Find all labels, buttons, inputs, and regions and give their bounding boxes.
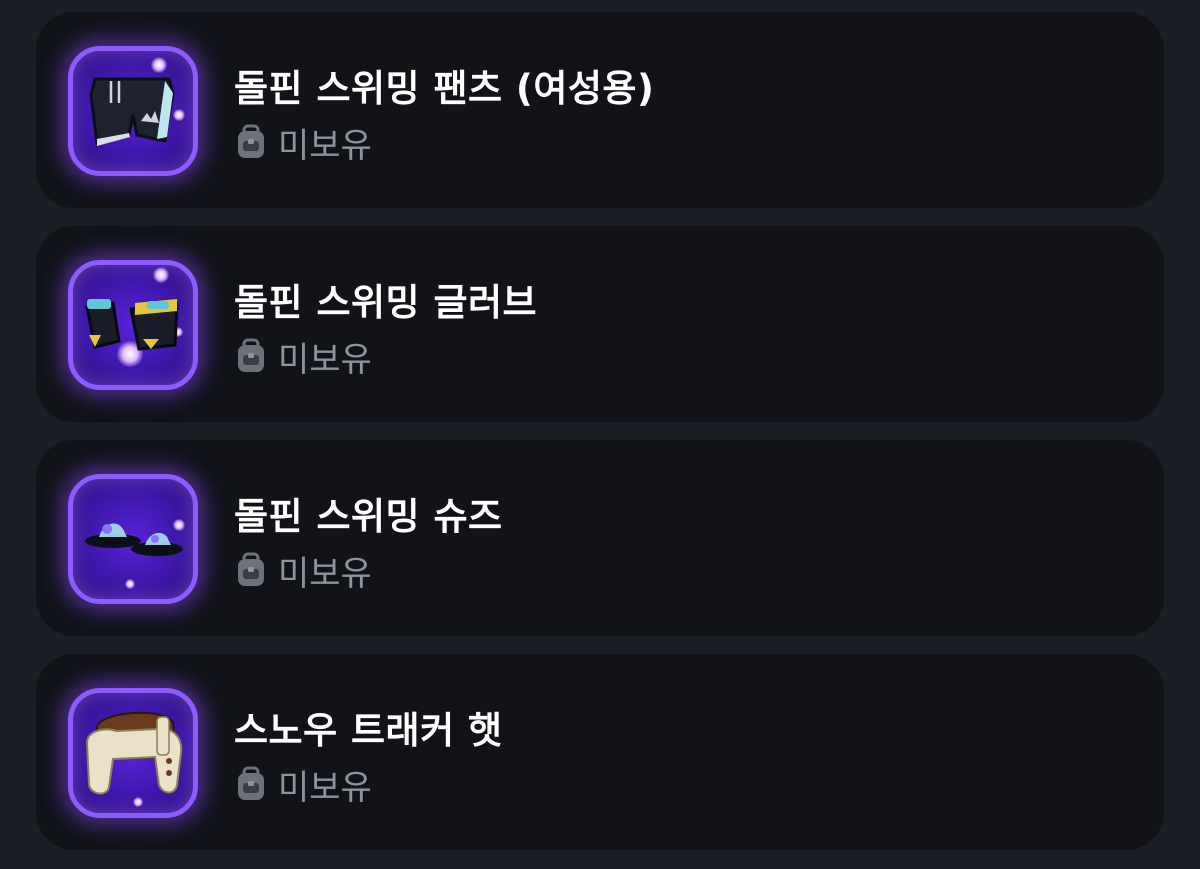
swim-shoes-icon bbox=[85, 523, 183, 556]
status-text: 미보유 bbox=[278, 125, 372, 166]
item-card-snow-hat[interactable]: 스노우 트래커 햇 미보유 bbox=[36, 654, 1164, 850]
backpack-icon bbox=[238, 338, 264, 372]
swim-gloves-icon bbox=[85, 299, 179, 351]
status-text: 미보유 bbox=[278, 339, 372, 380]
ownership-status: 미보유 bbox=[234, 122, 372, 166]
ownership-status: 미보유 bbox=[234, 550, 372, 594]
item-thumbnail bbox=[68, 260, 198, 390]
item-name: 돌핀 스위밍 팬츠 (여성용) bbox=[234, 67, 655, 110]
swim-pants-icon bbox=[89, 77, 175, 146]
item-name: 스노우 트래커 햇 bbox=[234, 709, 503, 752]
backpack-icon bbox=[238, 552, 264, 586]
status-text: 미보유 bbox=[278, 553, 372, 594]
ownership-status: 미보유 bbox=[234, 336, 372, 380]
item-name: 돌핀 스위밍 글러브 bbox=[234, 281, 538, 324]
item-card-swim-pants[interactable]: 돌핀 스위밍 팬츠 (여성용) 미보유 bbox=[36, 12, 1164, 208]
backpack-icon bbox=[238, 766, 264, 800]
item-thumbnail bbox=[68, 688, 198, 818]
ownership-status: 미보유 bbox=[234, 764, 372, 808]
item-list: 돌핀 스위밍 팬츠 (여성용) 미보유 돌핀 스위밍 글러브 미보유 돌핀 스위… bbox=[0, 0, 1200, 869]
item-thumbnail bbox=[68, 474, 198, 604]
item-card-swim-shoes[interactable]: 돌핀 스위밍 슈즈 미보유 bbox=[36, 440, 1164, 636]
backpack-icon bbox=[238, 124, 264, 158]
item-name: 돌핀 스위밍 슈즈 bbox=[234, 495, 503, 538]
item-card-swim-gloves[interactable]: 돌핀 스위밍 글러브 미보유 bbox=[36, 226, 1164, 422]
status-text: 미보유 bbox=[278, 767, 372, 808]
snow-hat-icon bbox=[85, 711, 183, 795]
item-thumbnail bbox=[68, 46, 198, 176]
